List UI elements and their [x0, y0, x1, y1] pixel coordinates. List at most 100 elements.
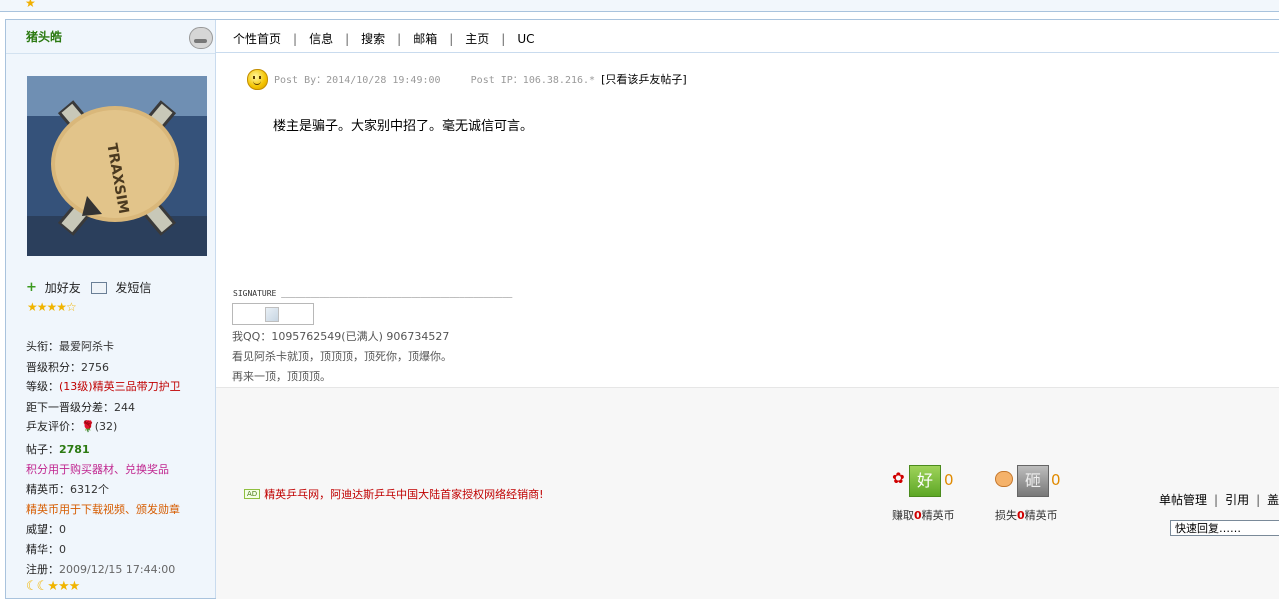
post-container: 猪头皓 TRAXSIM + 加好友 发短信 ★★★★☆ 头衔：最爱阿杀卡 晋级积… [5, 19, 1279, 599]
rating-row: 乒友评价：🌹(32) [26, 418, 117, 434]
promote-points-row: 晋级积分：2756 [26, 359, 109, 375]
user-sidebar: 猪头皓 TRAXSIM + 加好友 发短信 ★★★★☆ 头衔：最爱阿杀卡 晋级积… [6, 20, 216, 598]
send-message-link[interactable]: 发短信 [115, 279, 151, 296]
nav-separator: | [293, 32, 298, 46]
good-caption-post: 精英币 [921, 509, 955, 522]
smiley-icon [247, 69, 268, 90]
good-button[interactable]: 好 [909, 465, 941, 497]
posts-value: 2781 [59, 443, 90, 456]
post-main: 个性首页 | 信息 | 搜索 | 邮箱 | 主页 | UC Post By：2014/10/28 1… [216, 20, 1279, 599]
nav-separator: | [345, 32, 350, 46]
nav-uc[interactable]: UC [517, 32, 534, 46]
next-level-row: 距下一晋级分差：244 [26, 399, 135, 415]
title-value: 最爱阿杀卡 [59, 340, 114, 353]
post-ip: Post IP：106.38.216.* [470, 75, 596, 86]
signature-image [232, 303, 314, 325]
rose-icon: ✿ [892, 469, 905, 487]
manage-post-link[interactable]: 单帖管理 [1159, 493, 1207, 507]
signature-line-3: 再来一顶，顶顶顶。 [232, 370, 331, 383]
promote-points-label: 晋级积分： [26, 361, 81, 374]
only-this-user-link[interactable]: [只看该乒友帖子] [601, 73, 687, 86]
next-level-value: 244 [114, 401, 135, 414]
register-value: 2009/12/15 17:44:00 [59, 563, 176, 576]
post-actions: 单帖管理 | 引用 | 盖 [1159, 491, 1279, 508]
nav-mailbox[interactable]: 邮箱 [413, 32, 437, 46]
user-rating-stars: ★★★★☆ [27, 300, 77, 314]
promote-points-value: 2756 [81, 361, 109, 374]
add-friend-icon[interactable]: + [26, 280, 37, 295]
ad-badge: AD [244, 489, 261, 499]
bad-caption: 损失0精英币 [995, 507, 1058, 523]
vote-good: ✿ 好 0 赚取0精英币 [892, 465, 982, 525]
action-separator: | [1256, 493, 1261, 507]
coins-row: 精英币：6312个 [26, 481, 109, 497]
vote-bad: 砸 0 损失0精英币 [995, 465, 1085, 525]
rating-label: 乒友评价： [26, 420, 81, 433]
good-caption-pre: 赚取 [892, 509, 914, 522]
register-row: 注册：2009/12/15 17:44:00 [26, 561, 175, 577]
post-by: Post By：2014/10/28 19:49:00 [274, 75, 441, 86]
nav-separator: | [501, 32, 506, 46]
prestige-value: 0 [59, 523, 66, 536]
star-icon: ★ [25, 0, 36, 10]
posts-row: 帖子：2781 [26, 441, 90, 457]
coins-note[interactable]: 精英币用于下载视频、颁发勋章 [26, 501, 180, 517]
post-meta: Post By：2014/10/28 19:49:00 Post IP：106.… [274, 71, 687, 87]
user-title-row: 头衔：最爱阿杀卡 [26, 338, 114, 354]
rating-value: (32) [94, 420, 118, 433]
bad-caption-post: 精英币 [1024, 509, 1058, 522]
broken-image-icon [265, 307, 279, 322]
post-body: 楼主是骗子。大家别中招了。毫无诚信可言。 [273, 119, 534, 134]
avatar-image: TRAXSIM [27, 76, 207, 256]
signature-qq: 我QQ：1095762549(已满人) 906734527 [232, 330, 450, 343]
register-label: 注册： [26, 563, 59, 576]
previous-post-strip: ★ [0, 0, 1279, 12]
level-row: 等级：(13级)精英三品带刀护卫 [26, 378, 181, 394]
user-avatar[interactable]: TRAXSIM [27, 76, 207, 256]
quote-link[interactable]: 引用 [1225, 493, 1249, 507]
nav-separator: | [397, 32, 402, 46]
bad-count: 0 [1051, 471, 1061, 489]
user-nav-bar: 个性首页 | 信息 | 搜索 | 邮箱 | 主页 | UC [216, 20, 1279, 53]
essence-label: 精华： [26, 543, 59, 556]
username-link[interactable]: 猪头皓 [26, 28, 62, 45]
rose-icon: 🌹 [81, 420, 95, 433]
signature-line-2: 看见阿杀卡就顶，顶顶顶，顶死你，顶爆你。 [232, 350, 452, 363]
contact-actions: + 加好友 发短信 [26, 279, 151, 296]
nav-homepage[interactable]: 主页 [465, 32, 489, 46]
points-note[interactable]: 积分用于购买器材、兑换奖品 [26, 461, 169, 477]
more-link[interactable]: 盖 [1267, 493, 1279, 507]
posts-label: 帖子： [26, 443, 59, 456]
ad-link[interactable]: 精英乒乓网，阿迪达斯乒乓中国大陆首家授权网络经销商! [264, 488, 543, 501]
nav-separator: | [449, 32, 454, 46]
action-separator: | [1214, 493, 1219, 507]
post-footer: AD 精英乒乓网，阿迪达斯乒乓中国大陆首家授权网络经销商! ✿ 好 0 赚取0精英… [216, 387, 1279, 599]
user-status-icon [189, 27, 213, 49]
nav-profile-home[interactable]: 个性首页 [233, 32, 281, 46]
ad-line: AD 精英乒乓网，阿迪达斯乒乓中国大陆首家授权网络经销商! [244, 486, 544, 502]
good-caption-num: 0 [914, 509, 922, 522]
essence-value: 0 [59, 543, 66, 556]
add-friend-link[interactable]: 加好友 [45, 279, 81, 296]
bad-button[interactable]: 砸 [1017, 465, 1049, 497]
quick-reply-input[interactable]: 快速回复…… [1170, 520, 1279, 536]
good-count: 0 [944, 471, 954, 489]
good-caption: 赚取0精英币 [892, 507, 955, 523]
level-value: (13级)精英三品带刀护卫 [59, 380, 181, 393]
signature-label: SIGNATURE ______________________________… [233, 289, 513, 298]
bad-caption-num: 0 [1017, 509, 1025, 522]
level-label: 等级： [26, 380, 59, 393]
mail-icon[interactable] [90, 281, 107, 294]
essence-row: 精华：0 [26, 541, 66, 557]
prestige-row: 威望：0 [26, 521, 66, 537]
next-level-label: 距下一晋级分差： [26, 401, 114, 414]
prestige-label: 威望： [26, 523, 59, 536]
coins-value: 6312个 [70, 483, 109, 496]
nav-info[interactable]: 信息 [309, 32, 333, 46]
bad-caption-pre: 损失 [995, 509, 1017, 522]
nav-search[interactable]: 搜索 [361, 32, 385, 46]
sidebar-divider [6, 53, 215, 54]
online-level-icons: ☾☾★★★ [26, 579, 80, 594]
pig-icon [995, 471, 1013, 487]
coins-label: 精英币： [26, 483, 70, 496]
